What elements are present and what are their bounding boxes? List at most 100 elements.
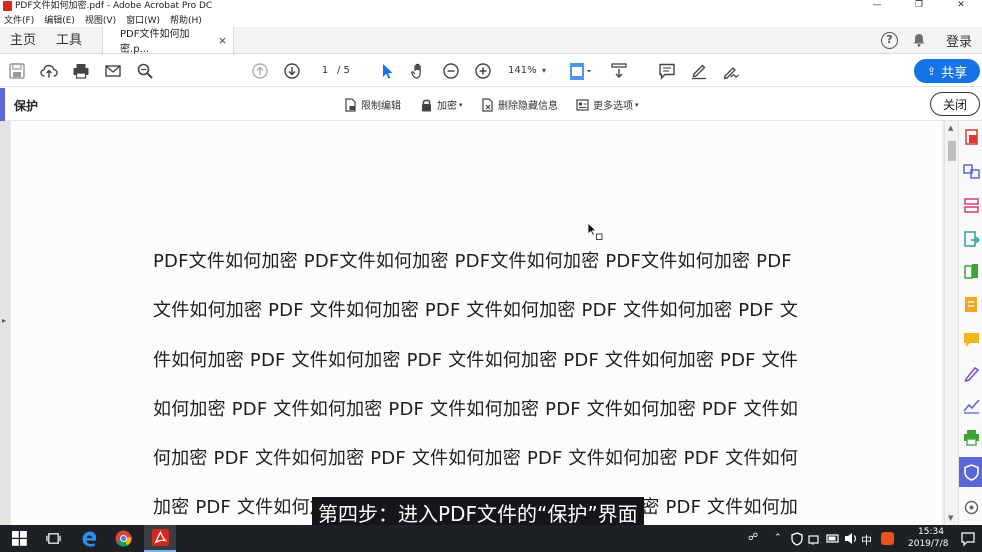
clock-date[interactable]: 2019/7/8 <box>908 539 948 549</box>
chrome-browser-icon <box>115 530 132 547</box>
shield-icon <box>963 463 979 481</box>
menu-view[interactable]: 视图(V) <box>85 13 116 26</box>
edit-pdf-icon[interactable] <box>963 263 980 280</box>
combine-files-icon[interactable] <box>963 163 980 180</box>
print-icon[interactable] <box>71 61 91 81</box>
lock-icon <box>422 99 431 111</box>
zoom-level[interactable]: 141% <box>508 63 537 79</box>
right-tools-pane <box>958 121 982 525</box>
remove-hidden-info-button[interactable]: 删除隐藏信息 <box>481 97 558 112</box>
more-tools-icon[interactable] <box>963 499 980 516</box>
page-total: / 5 <box>337 65 350 76</box>
close-tab-icon[interactable]: × <box>218 34 227 47</box>
close-window-button[interactable]: ✕ <box>940 0 982 12</box>
zoom-in-icon[interactable] <box>473 61 493 81</box>
highlight-pen-icon[interactable] <box>689 61 709 81</box>
share-label: 共享 <box>941 65 968 81</box>
print-production-icon[interactable] <box>963 429 980 446</box>
previous-page-icon[interactable] <box>250 61 270 81</box>
window-title: PDF文件如何加密.pdf - Adobe Acrobat Pro DC <box>15 1 213 11</box>
task-view-icon <box>45 533 61 544</box>
restrict-editing-button[interactable]: 限制编辑 <box>344 97 401 112</box>
comment-icon[interactable] <box>657 61 677 81</box>
scroll-up-icon[interactable]: ▲ <box>948 124 953 132</box>
share-icon: ⇪ <box>926 64 937 78</box>
people-icon[interactable]: ☍ <box>748 532 758 543</box>
restrict-edit-label: 限制编辑 <box>361 101 401 112</box>
measure-icon[interactable] <box>963 397 980 414</box>
menu-file[interactable]: 文件(F) <box>4 13 34 26</box>
clock-time[interactable]: 15:34 <box>918 527 944 537</box>
tray-app-icon[interactable] <box>879 525 895 552</box>
scrollbar-thumb[interactable] <box>948 141 956 161</box>
volume-icon[interactable] <box>844 525 858 552</box>
comment-tool-icon[interactable] <box>963 331 980 348</box>
page-number-input[interactable]: 1 <box>313 63 337 79</box>
share-button[interactable]: ⇪ 共享 <box>914 59 980 83</box>
fill-sign-icon[interactable] <box>963 296 980 313</box>
more-options-icon <box>576 98 589 111</box>
acrobat-app-icon <box>3 1 12 11</box>
tab-bar: 主页 工具 PDF文件如何加密.p... × ? 登录 <box>0 27 982 55</box>
zoom-dropdown-icon[interactable]: ▾ <box>542 63 546 79</box>
next-page-icon[interactable] <box>282 61 302 81</box>
hand-tool-icon[interactable] <box>409 61 429 81</box>
menu-edit[interactable]: 编辑(E) <box>44 13 75 26</box>
battery-icon[interactable] <box>826 525 840 552</box>
document-text-line: 文件如何加密 PDF 文件如何加密 PDF 文件如何加密 PDF 文件如何加密 … <box>153 300 799 321</box>
more-options-dropdown[interactable]: 更多选项 ▾ <box>576 97 639 112</box>
acrobat-icon <box>151 529 169 546</box>
network-icon[interactable] <box>808 525 822 552</box>
scroll-down-icon[interactable]: ▼ <box>948 514 953 522</box>
close-protect-button[interactable]: 关闭 <box>930 92 980 116</box>
send-for-signature-icon[interactable] <box>963 365 980 382</box>
tab-home[interactable]: 主页 <box>0 27 46 53</box>
export-pdf-icon[interactable] <box>963 231 980 248</box>
encrypt-label: 加密 <box>437 101 457 112</box>
encrypt-dropdown[interactable]: 加密 ▾ <box>420 97 463 112</box>
document-text-line: 何加密 PDF 文件如何加密 PDF 文件如何加密 PDF 文件如何加密 PDF… <box>153 448 799 469</box>
document-text-line: PDF文件如何加密 PDF文件如何加密 PDF文件如何加密 PDF文件如何加密 … <box>153 251 792 272</box>
windows-logo-icon <box>11 531 27 546</box>
restore-button[interactable]: ❐ <box>898 0 940 12</box>
search-icon[interactable] <box>135 61 155 81</box>
cloud-upload-icon[interactable] <box>39 61 59 81</box>
title-bar: PDF文件如何加密.pdf - Adobe Acrobat Pro DC — ❐… <box>0 0 982 12</box>
minimize-button[interactable]: — <box>856 0 898 12</box>
tab-tools[interactable]: 工具 <box>46 27 92 53</box>
create-pdf-icon[interactable] <box>963 129 980 146</box>
window-controls: — ❐ ✕ <box>856 0 982 12</box>
tray-expand-icon[interactable]: ⌃ <box>774 533 782 543</box>
zoom-out-icon[interactable] <box>441 61 461 81</box>
start-button[interactable] <box>6 525 32 552</box>
defender-shield-icon[interactable] <box>790 525 804 552</box>
acrobat-taskbar-button[interactable] <box>144 525 176 552</box>
save-icon[interactable] <box>7 61 27 81</box>
help-icon[interactable]: ? <box>880 31 898 49</box>
page-fit-icon[interactable] <box>567 61 593 81</box>
email-icon[interactable] <box>103 61 123 81</box>
sign-icon[interactable] <box>721 61 741 81</box>
chrome-taskbar-button[interactable] <box>110 525 136 552</box>
scroll-mode-icon[interactable] <box>609 61 629 81</box>
restrict-edit-icon <box>345 97 356 112</box>
document-area: ▸ PDF文件如何加密 PDF文件如何加密 PDF文件如何加密 PDF文件如何加… <box>0 121 944 525</box>
select-arrow-icon[interactable] <box>377 61 397 81</box>
mouse-cursor-icon <box>587 222 603 240</box>
action-center-icon[interactable] <box>960 525 976 552</box>
protect-tool-active[interactable] <box>959 457 982 487</box>
organize-pages-icon[interactable] <box>963 197 980 214</box>
windows-taskbar: ☍ ⌃ 中 15:34 2019/7/8 <box>0 525 982 552</box>
pdf-page: PDF文件如何加密 PDF文件如何加密 PDF文件如何加密 PDF文件如何加密 … <box>11 121 942 525</box>
vertical-scrollbar[interactable]: ▲ ▼ <box>944 121 958 525</box>
input-method-indicator[interactable]: 中 <box>861 532 872 548</box>
remove-hidden-label: 删除隐藏信息 <box>498 101 558 112</box>
left-panel-toggle[interactable]: ▸ <box>0 121 10 525</box>
tab-document[interactable]: PDF文件如何加密.p... × <box>102 27 235 55</box>
more-options-chevron-icon: ▾ <box>635 100 639 109</box>
login-link[interactable]: 登录 <box>946 31 972 50</box>
notification-bell-icon[interactable] <box>912 33 926 47</box>
edge-browser-icon <box>82 531 96 547</box>
task-view-button[interactable] <box>40 525 66 552</box>
edge-taskbar-button[interactable] <box>76 525 102 552</box>
